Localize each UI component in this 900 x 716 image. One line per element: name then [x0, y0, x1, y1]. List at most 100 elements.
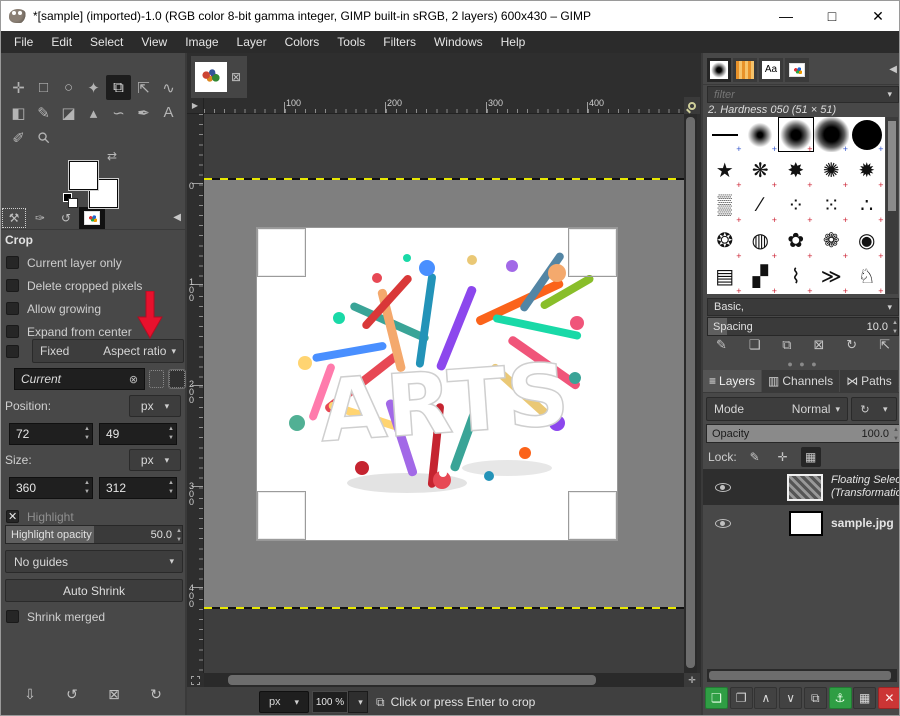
visibility-eye-icon[interactable]: [715, 482, 731, 492]
fixed-dropdown-button[interactable]: Fixed Aspect ratio ▾: [32, 339, 184, 363]
eraser-tool-icon[interactable]: ◪: [56, 100, 81, 125]
ruler-menu-button[interactable]: ▶: [187, 98, 204, 114]
delete-brush-icon[interactable]: ⊠: [813, 337, 824, 353]
horizontal-scrollbar-thumb[interactable]: [228, 675, 596, 685]
brush-item[interactable]: ∕: [743, 188, 779, 226]
brush-item[interactable]: ⁘: [778, 188, 814, 226]
brush-group-dropdown[interactable]: Basic, ▾: [707, 298, 899, 316]
smudge-tool-icon[interactable]: ∽: [106, 100, 131, 125]
position-x-spinbox[interactable]: ▲▼: [9, 423, 93, 445]
minimize-button[interactable]: —: [763, 1, 809, 31]
brush-item[interactable]: ⁙: [814, 188, 850, 226]
menu-filters[interactable]: Filters: [374, 32, 425, 52]
menu-help[interactable]: Help: [492, 32, 535, 52]
spinner-arrows-icon[interactable]: ▲ ▼: [84, 479, 90, 497]
horizontal-scrollbar[interactable]: [204, 673, 684, 687]
close-image-icon[interactable]: ⊠: [231, 70, 241, 84]
unified-transform-tool-icon[interactable]: ⇱: [131, 75, 156, 100]
spinner-arrows-icon[interactable]: ▲ ▼: [168, 479, 174, 497]
shrink-merged-checkbox[interactable]: [6, 610, 19, 623]
position-y-spinbox[interactable]: ▲▼: [99, 423, 177, 445]
highlight-checkbox[interactable]: [6, 510, 19, 523]
crop-handle-top-left[interactable]: [257, 228, 306, 277]
dock-collapse-icon[interactable]: ◀: [889, 64, 897, 75]
lock-pixels-icon[interactable]: ✎: [745, 447, 765, 467]
size-unit-dropdown[interactable]: px ▾: [129, 449, 181, 471]
crop-tool-icon[interactable]: ⧉: [106, 75, 131, 100]
reset-defaults-icon[interactable]: ↻: [150, 686, 162, 703]
duplicate-brush-icon[interactable]: ⧉: [782, 337, 791, 353]
new-brush-icon[interactable]: ❏: [749, 337, 761, 353]
spinner-arrows-icon[interactable]: ▲ ▼: [176, 527, 182, 544]
pane-resize-grip[interactable]: ● ● ●: [703, 359, 899, 369]
clear-input-icon[interactable]: ⊗: [129, 373, 138, 386]
checkbox-box[interactable]: [6, 279, 19, 292]
menu-windows[interactable]: Windows: [425, 32, 492, 52]
airbrush-tool-icon[interactable]: ▴: [81, 100, 106, 125]
brush-item[interactable]: [813, 117, 850, 155]
spinner-arrows-icon[interactable]: ▲ ▼: [84, 425, 90, 443]
shrink-merged-row[interactable]: Shrink merged: [1, 605, 185, 628]
brush-item[interactable]: [707, 117, 743, 155]
duplicate-layer-button[interactable]: ⧉: [803, 687, 827, 709]
fixed-checkbox[interactable]: [6, 344, 19, 358]
checkbox-box[interactable]: [6, 325, 19, 338]
swap-colors-icon[interactable]: ⇄: [107, 149, 117, 163]
free-select-tool-icon[interactable]: ○: [56, 75, 81, 100]
checkbox-current-layer-only[interactable]: Current layer only: [1, 251, 185, 274]
quick-mask-button[interactable]: [187, 673, 204, 687]
size-width-spinbox[interactable]: ▲▼: [9, 477, 93, 499]
brush-grid[interactable]: ★ ❋ ✸ ✺ ✹ ▒ ∕ ⁘ ⁙ ∴ ❂ ◍ ✿ ❁ ◉ ▤ ▞ ⌇ ≫ ♘: [707, 117, 885, 294]
maximize-button[interactable]: □: [809, 1, 855, 31]
save-preset-icon[interactable]: ⇩: [24, 686, 36, 703]
tab-tool-options[interactable]: ⚒: [1, 207, 27, 229]
brush-filter-input[interactable]: [714, 88, 883, 101]
statusbar-unit-dropdown[interactable]: px ▾: [259, 691, 309, 713]
size-width-input[interactable]: [10, 481, 70, 495]
layer-mode-dropdown[interactable]: Mode Normal ▾: [706, 397, 848, 421]
size-height-input[interactable]: [100, 481, 160, 495]
landscape-orientation-button[interactable]: [167, 369, 187, 389]
brush-item[interactable]: ◉: [849, 223, 885, 261]
menu-file[interactable]: File: [5, 32, 42, 52]
statusbar-zoom-value[interactable]: 100 %: [312, 691, 348, 713]
delete-preset-icon[interactable]: ⊠: [108, 686, 120, 703]
brush-item[interactable]: ★: [707, 152, 743, 191]
auto-shrink-button[interactable]: Auto Shrink: [5, 579, 183, 602]
portrait-orientation-button[interactable]: [149, 370, 164, 388]
tab-paths[interactable]: ⋈ Paths: [840, 370, 898, 392]
checkbox-box[interactable]: [6, 256, 19, 269]
menu-view[interactable]: View: [132, 32, 176, 52]
crop-region[interactable]: ARTS: [256, 227, 618, 541]
tab-device-status[interactable]: ✑: [27, 207, 53, 229]
zoom-tool-icon[interactable]: ⚲: [26, 120, 61, 155]
brush-scrollbar[interactable]: [886, 117, 898, 294]
position-x-input[interactable]: [10, 427, 70, 441]
menu-select[interactable]: Select: [81, 32, 132, 52]
brush-item[interactable]: ∴: [849, 188, 885, 226]
dock-collapse-icon[interactable]: ◀: [173, 212, 181, 223]
menu-edit[interactable]: Edit: [42, 32, 81, 52]
merge-layer-button[interactable]: ▦: [853, 687, 877, 709]
tab-fonts[interactable]: Aa: [759, 57, 783, 82]
brush-item[interactable]: ▤: [707, 259, 743, 294]
tab-document-history[interactable]: [785, 57, 809, 82]
aspect-ratio-input[interactable]: Current ⊗: [14, 368, 146, 390]
menu-tools[interactable]: Tools: [328, 32, 374, 52]
tab-patterns[interactable]: [733, 57, 757, 82]
lower-layer-button[interactable]: ∨: [779, 687, 803, 709]
brush-item[interactable]: ✿: [778, 223, 814, 261]
rectangle-select-tool-icon[interactable]: □: [31, 75, 56, 100]
move-tool-icon[interactable]: ✛: [6, 75, 31, 100]
tab-undo-history[interactable]: ↺: [53, 207, 79, 229]
crop-handle-bottom-left[interactable]: [257, 491, 306, 540]
foreground-color-swatch[interactable]: [69, 161, 98, 190]
tab-channels[interactable]: ▥ Channels: [762, 370, 840, 392]
spinner-arrows-icon[interactable]: ▲ ▼: [168, 425, 174, 443]
edit-brush-icon[interactable]: ✎: [716, 337, 727, 353]
open-brush-icon[interactable]: ⇱: [879, 337, 890, 353]
brush-item[interactable]: ❁: [814, 223, 850, 261]
brush-item[interactable]: ≫: [814, 259, 850, 294]
fuzzy-select-tool-icon[interactable]: ✦: [81, 75, 106, 100]
brush-item[interactable]: ▒: [707, 188, 743, 226]
